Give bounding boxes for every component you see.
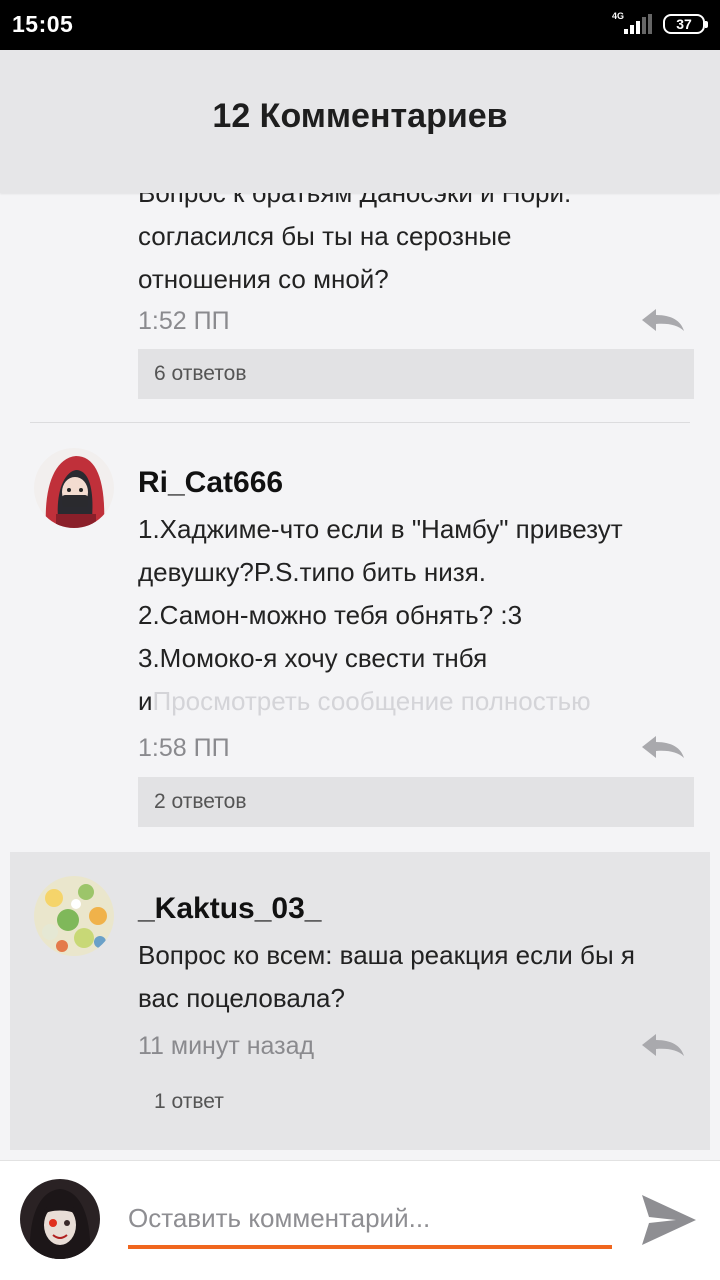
comment-time: 11 минут назад (138, 1032, 315, 1060)
status-time: 15:05 (12, 11, 74, 37)
comment-text: 1.Хаджиме-что если в "Намбу" привезут де… (138, 514, 623, 716)
comment-composer (0, 1160, 720, 1280)
battery-icon: 37 (663, 14, 708, 34)
comment-item[interactable]: _Kaktus_03_ Вопрос ко всем: ваша реакция… (10, 852, 710, 1150)
status-bar: 15:05 4G 37 (0, 0, 720, 50)
comment-username[interactable]: Ri_Cat666 (138, 466, 283, 500)
replies-button[interactable]: 1 ответ (138, 1077, 694, 1127)
reply-icon[interactable] (640, 1032, 686, 1060)
signal-icon (624, 14, 654, 34)
divider (30, 422, 690, 423)
comment-text: Вопрос ко всем: ваша реакция если бы я в… (138, 940, 635, 1013)
comment-list[interactable]: Вопрос к братьям Даносэки и Нори: соглас… (10, 150, 710, 1150)
comment-input[interactable] (128, 1199, 612, 1249)
comment-time: 1:58 ПП (138, 734, 230, 762)
comment-time: 1:52 ПП (138, 307, 230, 335)
comment-username[interactable]: _Kaktus_03_ (138, 892, 321, 926)
replies-button[interactable]: 6 ответов (138, 349, 694, 399)
replies-button[interactable]: 2 ответов (138, 777, 694, 827)
flowers-avatar[interactable] (34, 876, 114, 956)
network-type: 4G (612, 11, 625, 21)
reply-icon[interactable] (640, 734, 686, 762)
comments-header: 12 Комментариев (0, 50, 720, 193)
reply-icon[interactable] (640, 307, 686, 335)
comment-item[interactable]: Ri_Cat666 1.Хаджиме-что если в "Намбу" п… (10, 424, 710, 852)
hooded-girl-avatar[interactable] (34, 448, 114, 528)
page-title: 12 Комментариев (212, 97, 508, 135)
send-icon[interactable] (640, 1193, 698, 1247)
masked-user-avatar[interactable] (20, 1179, 100, 1259)
view-full-message-link[interactable]: Просмотреть сообщение полностью (153, 686, 591, 716)
